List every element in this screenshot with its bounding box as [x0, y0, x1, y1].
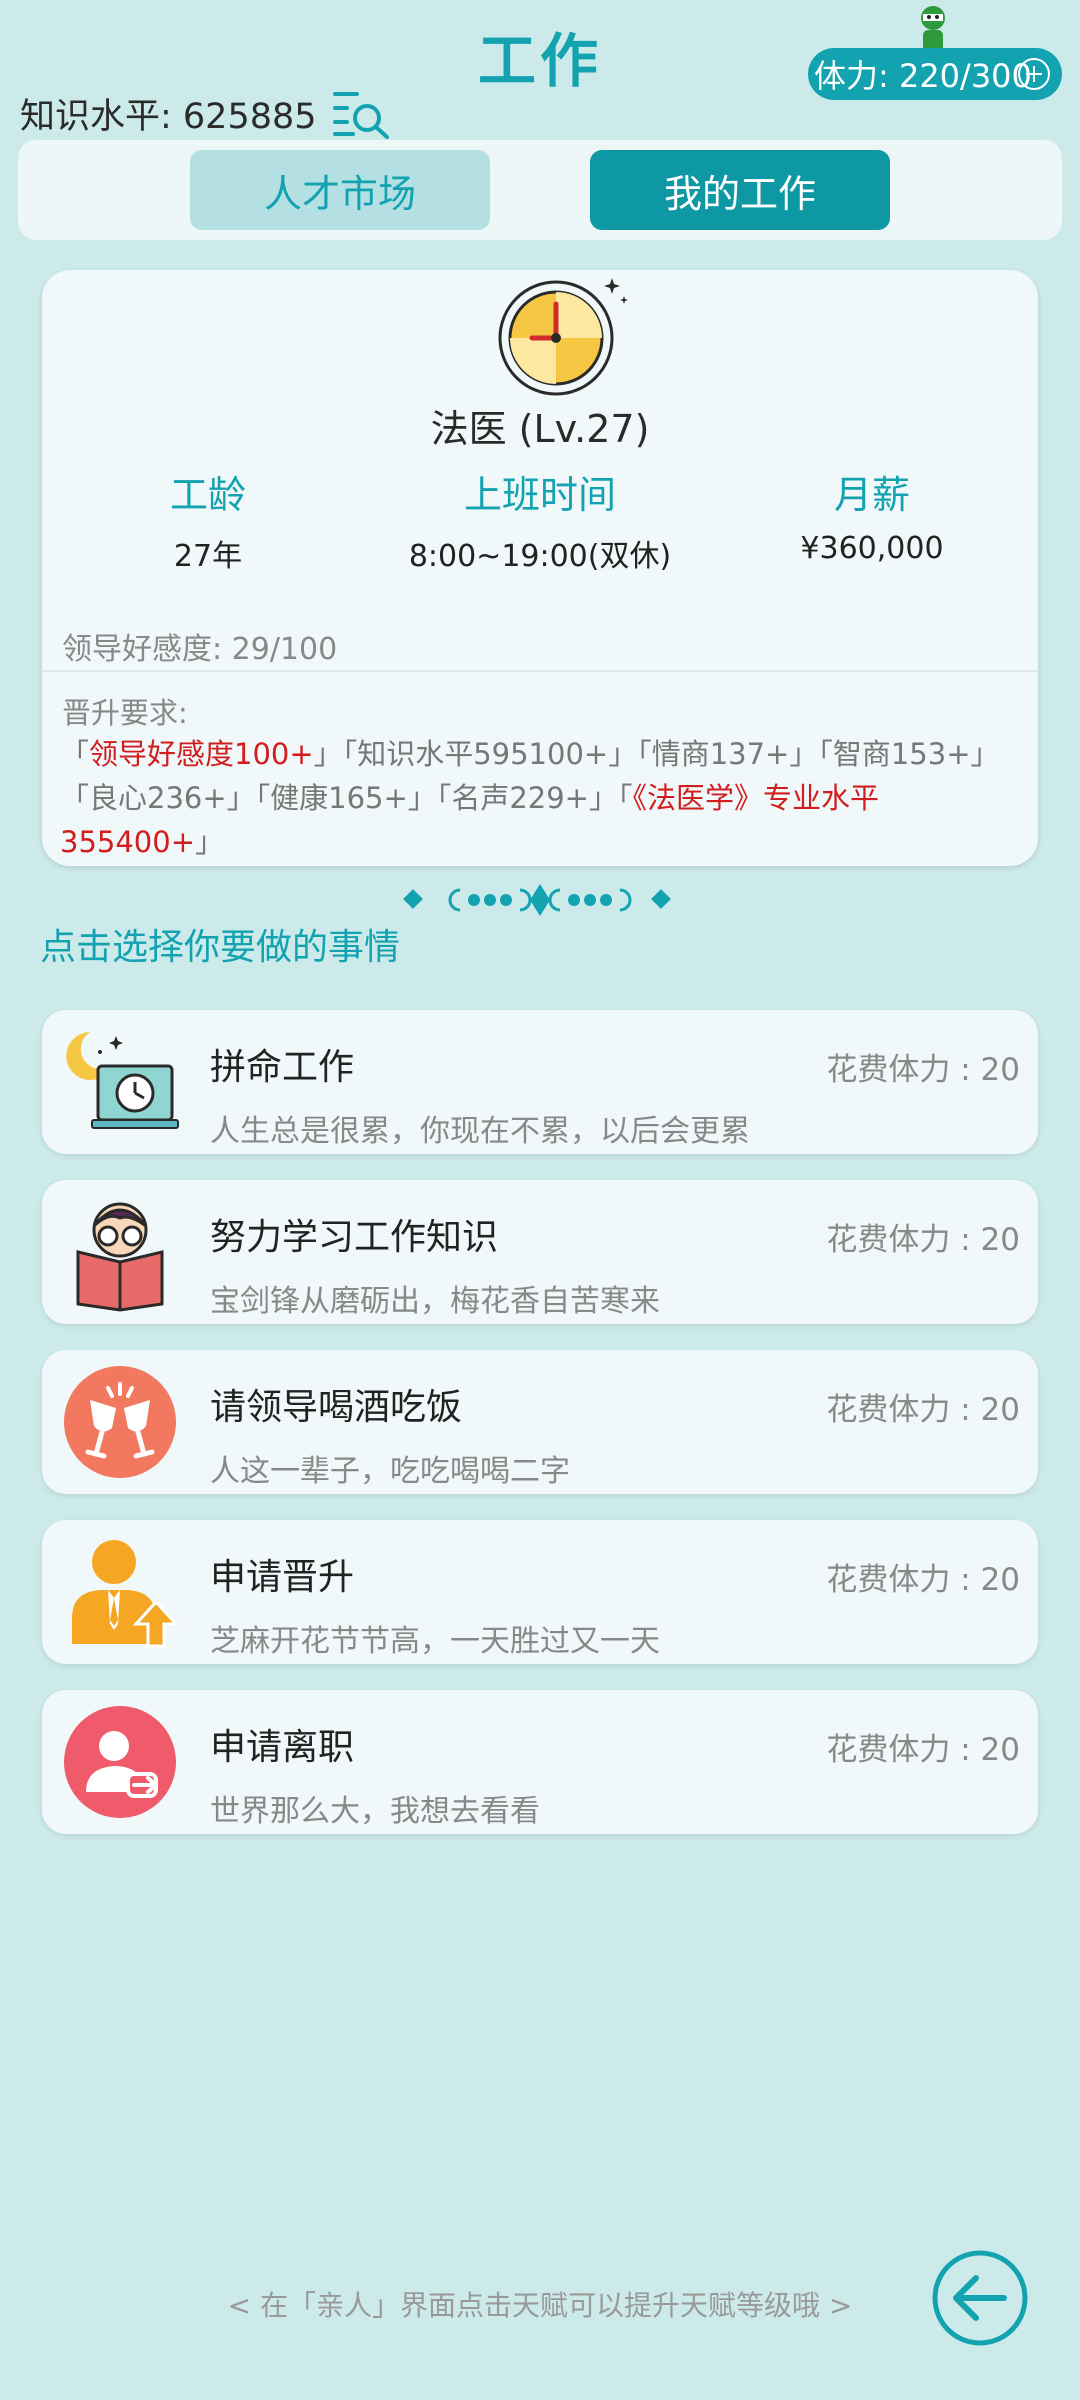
- search-list-icon[interactable]: [331, 86, 393, 140]
- clock-icon: [498, 278, 628, 396]
- action-desc: 芝麻开花节节高，一天胜过又一天: [210, 1624, 660, 1659]
- tab-bar: 人才市场 我的工作: [18, 140, 1062, 240]
- wine-toast-icon: [64, 1366, 176, 1478]
- overtime-clock-icon: [66, 1032, 179, 1129]
- requirement-knowledge: 「知识水平595100+」: [342, 737, 638, 771]
- requirement-favor: 领导好感度100+: [89, 737, 314, 771]
- stat-seniority: 工龄 27年: [42, 464, 374, 575]
- stat-value: 27年: [173, 539, 243, 574]
- stat-salary: 月薪 ¥360,000: [706, 464, 1038, 566]
- action-desc: 人这一辈子，吃吃喝喝二字: [210, 1454, 570, 1489]
- action-cost: 花费体力 : 20: [826, 1562, 1020, 1598]
- stat-value: ¥360,000: [800, 531, 944, 566]
- stat-value: 8:00~19:00(双休): [408, 539, 672, 574]
- action-title: 申请离职: [210, 1727, 355, 1768]
- add-stamina-icon[interactable]: [1018, 58, 1050, 90]
- action-apply-promotion[interactable]: 申请晋升 花费体力 : 20 芝麻开花节节高，一天胜过又一天: [42, 1520, 1038, 1664]
- action-cost: 花费体力 : 20: [826, 1052, 1020, 1088]
- action-title: 拼命工作: [210, 1047, 355, 1088]
- requirement-eq: 「情商137+」: [637, 737, 819, 771]
- stat-work-hours: 上班时间 8:00~19:00(双休): [374, 464, 706, 575]
- bracket: 「: [617, 781, 633, 815]
- tab-my-job[interactable]: 我的工作: [590, 150, 890, 230]
- mascot-icon: [921, 6, 945, 52]
- stamina-badge[interactable]: 体力: 220/300: [808, 48, 1062, 100]
- job-name: 法医 (Lv.27): [430, 407, 650, 451]
- section-title: 点击选择你要做的事情: [40, 927, 401, 968]
- resign-person-icon: [64, 1706, 176, 1818]
- action-cost: 花费体力 : 20: [826, 1222, 1020, 1258]
- bracket: 」: [313, 737, 343, 771]
- action-cost: 花费体力 : 20: [826, 1732, 1020, 1768]
- footer-hint: < 在「亲人」界面点击天赋可以提升天赋等级哦 >: [227, 2289, 853, 2322]
- stamina-label: 体力: 220/300: [814, 57, 1032, 95]
- leader-favor: 领导好感度: 29/100: [62, 632, 338, 667]
- bracket: 」: [195, 825, 225, 859]
- action-treat-leader[interactable]: 请领导喝酒吃饭 花费体力 : 20 人这一辈子，吃吃喝喝二字: [42, 1350, 1038, 1494]
- action-cost: 花费体力 : 20: [826, 1392, 1020, 1428]
- stat-label: 月薪: [833, 473, 910, 517]
- back-arrow-icon[interactable]: [930, 2248, 1030, 2348]
- action-resign[interactable]: 申请离职 花费体力 : 20 世界那么大，我想去看看: [42, 1690, 1038, 1834]
- stat-label: 上班时间: [463, 473, 616, 517]
- bracket: 「: [60, 737, 90, 771]
- action-study[interactable]: 努力学习工作知识 花费体力 : 20 宝剑锋从磨砺出，梅花香自苦寒来: [42, 1180, 1038, 1324]
- knowledge-level: 知识水平: 625885: [20, 86, 393, 140]
- promotion-person-icon: [72, 1540, 180, 1648]
- knowledge-label: 知识水平: 625885: [20, 96, 317, 137]
- requirement-conscience: 「良心236+」: [60, 781, 256, 815]
- action-title: 努力学习工作知识: [210, 1217, 499, 1258]
- action-desc: 人生总是很累，你现在不累，以后会更累: [210, 1114, 750, 1149]
- action-desc: 宝剑锋从磨砺出，梅花香自苦寒来: [210, 1284, 660, 1319]
- action-work-hard[interactable]: 拼命工作 花费体力 : 20 人生总是很累，你现在不累，以后会更累: [42, 1010, 1038, 1154]
- requirement-fame: 「名声229+」: [436, 781, 618, 815]
- study-book-icon: [76, 1202, 164, 1312]
- action-title: 申请晋升: [210, 1557, 355, 1598]
- card-divider: [42, 670, 1038, 672]
- requirement-iq: 「智商153+」: [818, 737, 1000, 771]
- promotion-title: 晋升要求:: [62, 696, 188, 730]
- requirement-health: 「健康165+」: [255, 781, 437, 815]
- tab-talent-market[interactable]: 人才市场: [190, 150, 490, 230]
- action-title: 请领导喝酒吃饭: [210, 1387, 463, 1428]
- action-desc: 世界那么大，我想去看看: [210, 1794, 540, 1829]
- stat-label: 工龄: [169, 473, 246, 517]
- promotion-requirements: 「领导好感度100+」「知识水平595100+」「情商137+」「智商153+」…: [60, 732, 1028, 864]
- job-card: 法医 (Lv.27) 工龄 27年 上班时间 8:00~19:00(双休) 月薪…: [42, 270, 1038, 866]
